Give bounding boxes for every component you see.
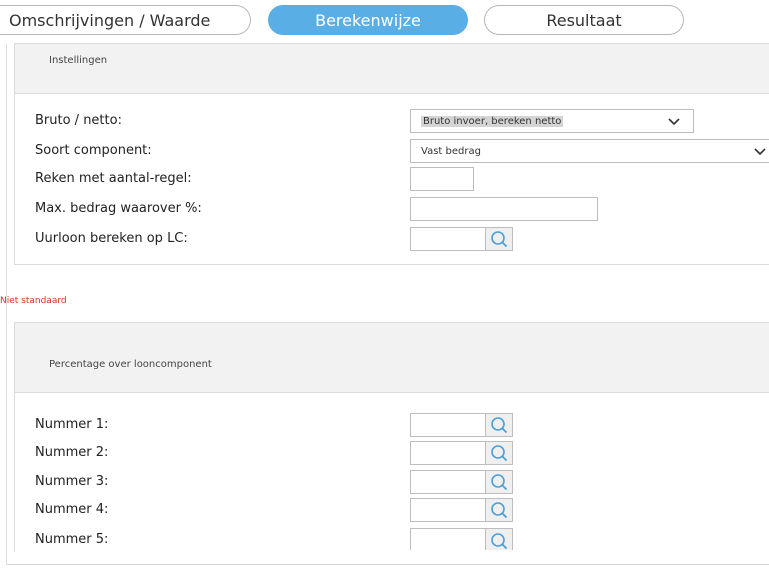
aantal-regel-label: Reken met aantal-regel: <box>35 171 192 186</box>
nummer-4-input[interactable] <box>410 498 486 522</box>
aantal-regel-input[interactable] <box>410 167 474 191</box>
nummer-2-input[interactable] <box>410 441 486 465</box>
nummer-1-lookup-button[interactable] <box>485 413 513 437</box>
percentage-panel: Percentage over looncomponent <box>14 322 769 552</box>
uurloon-lookup-button[interactable] <box>485 227 513 251</box>
chevron-down-icon <box>754 148 766 156</box>
soort-component-select[interactable]: Vast bedrag <box>410 139 769 163</box>
search-icon <box>491 474 508 491</box>
bruto-netto-select[interactable]: Bruto invoer, bereken netto <box>410 109 694 133</box>
tab-omschrijvingen-waarde[interactable]: Omschrijvingen / Waarde <box>0 5 251 35</box>
nummer-5-lookup-button[interactable] <box>485 528 513 550</box>
nummer-1-label: Nummer 1: <box>35 417 109 432</box>
soort-component-label: Soort component: <box>35 143 152 158</box>
percentage-panel-heading: Percentage over looncomponent <box>15 323 769 393</box>
search-icon <box>491 445 508 462</box>
search-icon <box>491 231 508 248</box>
max-bedrag-label: Max. bedrag waarover %: <box>35 201 202 216</box>
settings-panel-heading: Instellingen <box>15 44 769 94</box>
tab-berekenwijze[interactable]: Berekenwijze <box>268 5 468 35</box>
bruto-netto-label: Bruto / netto: <box>35 113 122 128</box>
nummer-2-lookup-button[interactable] <box>485 441 513 465</box>
uurloon-input[interactable] <box>410 227 486 251</box>
nummer-5-label: Nummer 5: <box>35 532 109 547</box>
soort-component-selected-value: Vast bedrag <box>421 145 481 157</box>
nummer-3-input[interactable] <box>410 470 486 494</box>
nummer-4-label: Nummer 4: <box>35 502 109 517</box>
chevron-down-icon <box>668 118 680 126</box>
max-bedrag-input[interactable] <box>410 197 598 221</box>
search-icon <box>491 533 508 550</box>
nummer-2-label: Nummer 2: <box>35 445 109 460</box>
nummer-3-label: Nummer 3: <box>35 474 109 489</box>
search-icon <box>491 502 508 519</box>
bruto-netto-selected-value: Bruto invoer, bereken netto <box>421 115 564 127</box>
search-icon <box>491 417 508 434</box>
nummer-4-lookup-button[interactable] <box>485 498 513 522</box>
nummer-5-input[interactable] <box>410 528 486 550</box>
uurloon-label: Uurloon bereken op LC: <box>35 231 188 246</box>
content-bottom-border <box>6 564 769 565</box>
tab-bar: Omschrijvingen / Waarde Berekenwijze Res… <box>0 0 769 44</box>
nummer-3-lookup-button[interactable] <box>485 470 513 494</box>
niet-standaard-warning: Niet standaard <box>0 296 67 306</box>
tab-resultaat[interactable]: Resultaat <box>484 5 684 35</box>
nummer-1-input[interactable] <box>410 413 486 437</box>
